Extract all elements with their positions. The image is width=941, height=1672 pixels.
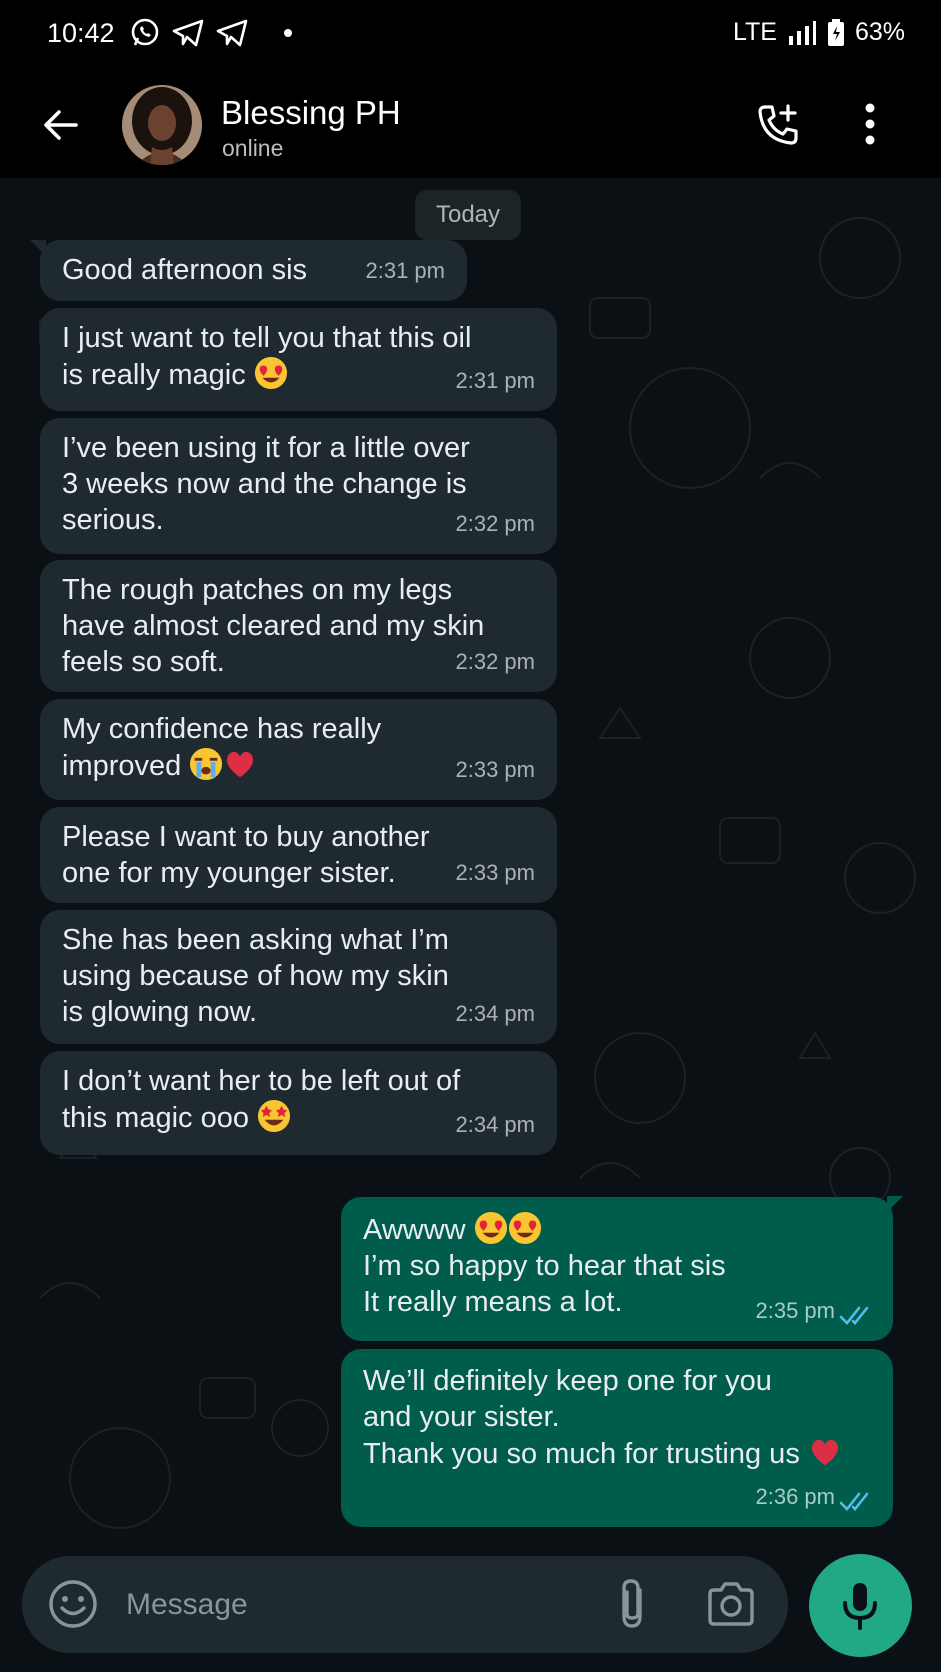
battery-icon: [827, 18, 844, 46]
message-incoming[interactable]: I just want to tell you that this oil is…: [40, 308, 557, 411]
message-time: 2:32 pm: [455, 511, 536, 536]
read-ticks-icon: [839, 1306, 869, 1325]
message-time: 2:33 pm: [455, 860, 536, 885]
chat-area[interactable]: Today Good afternoon sis 2:31 pm I just …: [0, 178, 941, 1550]
heart-eyes-emoji: [474, 1211, 507, 1245]
more-vert-icon[interactable]: [862, 102, 878, 146]
message-text: Awwww: [363, 1214, 466, 1246]
mic-icon: [843, 1583, 877, 1630]
message-time: 2:36 pm: [755, 1484, 836, 1509]
message-incoming[interactable]: Please I want to buy another one for my …: [40, 807, 557, 903]
avatar[interactable]: [122, 85, 202, 165]
attach-icon[interactable]: [614, 1576, 650, 1632]
red-heart-emoji: [811, 1439, 838, 1466]
heart-eyes-emoji: [254, 356, 287, 390]
dot-icon: [284, 29, 292, 37]
status-bar: 10:42 LTE 63%: [0, 0, 941, 72]
network-label: LTE: [732, 18, 777, 46]
chat-header: Blessing PH online: [0, 72, 941, 178]
message-input[interactable]: [124, 1578, 608, 1632]
message-incoming[interactable]: The rough patches on my legs have almost…: [40, 560, 557, 692]
message-time: 2:31 pm: [455, 368, 536, 393]
message-time: 2:32 pm: [455, 649, 536, 674]
message-outgoing[interactable]: Awwww I’m so happy to hear that sis It r…: [341, 1197, 893, 1341]
message-time: 2:33 pm: [455, 757, 536, 782]
message-incoming[interactable]: Good afternoon sis 2:31 pm: [40, 240, 467, 301]
telegram-icon: [172, 19, 204, 47]
mic-button[interactable]: [809, 1554, 912, 1657]
message-time: 2:35 pm: [755, 1298, 836, 1323]
message-incoming[interactable]: I don’t want her to be left out of this …: [40, 1051, 557, 1155]
status-right: LTE 63%: [733, 18, 905, 47]
message-composer: [22, 1556, 788, 1653]
contact-name[interactable]: Blessing PH: [221, 94, 401, 132]
signal-icon: [788, 20, 816, 45]
message-incoming[interactable]: She has been asking what I’m using becau…: [40, 910, 557, 1044]
date-separator: Today: [415, 190, 521, 240]
message-time: 2:34 pm: [455, 1001, 536, 1026]
red-heart-emoji: [227, 751, 254, 778]
message-time: 2:31 pm: [365, 258, 446, 283]
whatsapp-icon: [131, 18, 159, 46]
telegram-icon: [216, 19, 248, 47]
add-call-icon[interactable]: [755, 102, 801, 148]
status-time: 10:42: [47, 18, 115, 48]
contact-status: online: [222, 135, 284, 161]
message-text: We’ll definitely keep one for you and yo…: [363, 1365, 800, 1470]
message-incoming[interactable]: I’ve been using it for a little over 3 w…: [40, 418, 557, 554]
star-struck-emoji: [258, 1099, 291, 1133]
message-time: 2:34 pm: [455, 1112, 536, 1137]
message-incoming[interactable]: My confidence has really improved 2:33 p…: [40, 699, 557, 800]
heart-eyes-emoji: [508, 1211, 541, 1245]
read-ticks-icon: [839, 1492, 869, 1511]
battery-level: 63%: [854, 18, 905, 46]
avatar-image: [122, 85, 202, 165]
message-outgoing[interactable]: We’ll definitely keep one for you and yo…: [341, 1349, 893, 1527]
back-arrow-icon[interactable]: [42, 108, 80, 142]
crying-emoji: [190, 747, 223, 781]
camera-icon[interactable]: [705, 1580, 757, 1628]
emoji-icon[interactable]: [47, 1578, 99, 1630]
